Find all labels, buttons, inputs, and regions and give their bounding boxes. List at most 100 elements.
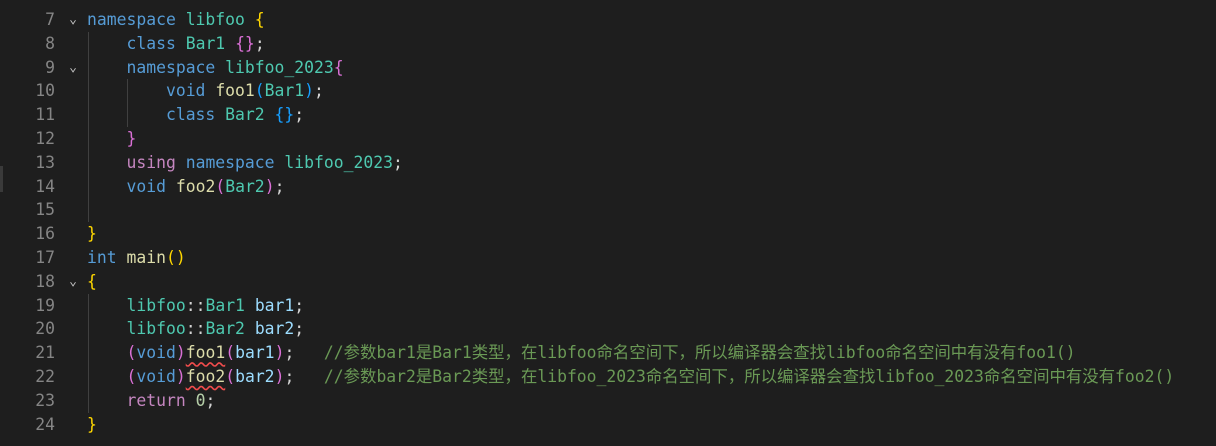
code-line[interactable]: 11 class Bar2 {}; — [0, 103, 1216, 127]
code-line[interactable]: 16} — [0, 222, 1216, 246]
code-token: 0 — [195, 390, 206, 410]
line-number: 17 — [35, 248, 55, 267]
code-token: namespace — [185, 152, 275, 172]
code-line[interactable]: 7 ⌄ namespace libfoo { — [0, 8, 1216, 32]
line-number: 18 — [35, 271, 55, 291]
code-line[interactable]: 13 using namespace libfoo_2023; — [0, 151, 1216, 175]
code-comment: //参数bar1是Bar1类型，在libfoo命名空间下，所以编译器会查找lib… — [323, 343, 1076, 363]
code-text: } — [87, 413, 97, 437]
code-line[interactable]: 24} — [0, 413, 1216, 437]
line-number: 10 — [35, 81, 55, 101]
code-token: bar2 — [235, 367, 275, 386]
code-token: ; — [392, 152, 403, 172]
code-text: (void)foo1(bar1); //参数bar1是Bar1类型，在libfo… — [87, 341, 1076, 365]
code-comment: //参数bar2是Bar2类型，在libfoo_2023命名空间下，所以编译器会… — [323, 367, 1175, 386]
code-token: ) — [175, 367, 186, 386]
code-text: } — [87, 222, 97, 246]
code-line[interactable]: 23 return 0; — [0, 389, 1216, 413]
line-number: 9 — [45, 57, 55, 77]
code-token: Bar2 — [225, 105, 265, 125]
code-line[interactable]: 19 libfoo::Bar1 bar1; — [0, 294, 1216, 318]
code-token: libfoo — [185, 10, 245, 29]
code-token: ( — [225, 343, 236, 363]
code-token: :: — [185, 319, 206, 339]
code-token: Bar2 — [205, 319, 245, 339]
code-token: {} — [235, 33, 255, 53]
code-line[interactable]: 22 (void)foo2(bar2); //参数bar2是Bar2类型，在li… — [0, 365, 1216, 389]
code-token: namespace — [126, 57, 216, 77]
code-line[interactable]: 17 int main() — [0, 246, 1216, 270]
code-token: void — [136, 367, 176, 386]
line-number: 23 — [35, 390, 55, 410]
code-token: ( — [225, 367, 236, 386]
code-editor[interactable]: 7 ⌄ namespace libfoo {8 class Bar1 {}; 9 ⌄ n… — [0, 0, 1216, 446]
code-token: ; — [294, 295, 305, 315]
code-token: } — [87, 224, 97, 244]
code-token: class — [126, 33, 176, 53]
code-line[interactable]: 15 — [0, 198, 1216, 222]
line-number: 13 — [35, 152, 55, 172]
line-number: 24 — [35, 414, 55, 434]
code-token: foo1 — [185, 343, 226, 363]
code-token: ( — [215, 176, 226, 196]
chevron-down-icon[interactable]: ⌄ — [64, 270, 82, 294]
line-number: 11 — [35, 105, 55, 125]
code-token: using — [126, 152, 176, 172]
code-line[interactable]: 21 (void)foo1(bar1); //参数bar1是Bar1类型，在li… — [0, 341, 1216, 365]
line-number: 19 — [35, 295, 55, 315]
line-number: 16 — [35, 224, 55, 244]
code-token: void — [136, 343, 176, 363]
chevron-down-icon[interactable]: ⌄ — [64, 8, 82, 32]
code-line[interactable]: 10 void foo1(Bar1); — [0, 79, 1216, 103]
code-token: { — [333, 57, 344, 77]
code-token: int — [87, 248, 117, 267]
code-token: main — [126, 248, 166, 267]
code-line[interactable]: 18 ⌄{ — [0, 270, 1216, 294]
code-token: foo1 — [215, 81, 255, 101]
indent-guide — [88, 31, 89, 223]
code-text: namespace libfoo_2023{ — [87, 56, 344, 80]
code-text: libfoo::Bar2 bar2; — [87, 317, 304, 341]
code-token: ; — [254, 33, 265, 53]
line-number: 22 — [35, 367, 55, 386]
line-number: 12 — [35, 129, 55, 148]
code-token: :: — [185, 295, 206, 315]
code-token: ; — [205, 390, 216, 410]
code-token: bar2 — [254, 319, 295, 339]
line-number: 20 — [35, 319, 55, 339]
code-line[interactable]: 9 ⌄ namespace libfoo_2023{ — [0, 56, 1216, 80]
code-text: return 0; — [87, 389, 215, 413]
code-token: Bar1 — [185, 33, 226, 53]
code-token: ( — [126, 343, 137, 363]
code-token: ; — [314, 81, 324, 101]
code-text: class Bar2 {}; — [87, 103, 304, 127]
code-token: namespace — [87, 10, 176, 29]
code-line[interactable]: 8 class Bar1 {}; — [0, 32, 1216, 56]
chevron-down-icon[interactable]: ⌄ — [64, 56, 82, 80]
code-line[interactable]: 12 } — [0, 127, 1216, 151]
code-text: libfoo::Bar1 bar1; — [87, 294, 304, 318]
line-number: 21 — [35, 343, 55, 363]
code-line[interactable]: 14 void foo2(Bar2); — [0, 175, 1216, 199]
code-line[interactable]: 20 libfoo::Bar2 bar2; — [0, 317, 1216, 341]
code-token: libfoo_2023 — [225, 57, 334, 77]
code-text: void foo2(Bar2); — [87, 175, 284, 199]
line-number: 7 — [45, 10, 55, 29]
code-text: class Bar1 {}; — [87, 32, 265, 56]
code-token: void — [165, 81, 206, 101]
